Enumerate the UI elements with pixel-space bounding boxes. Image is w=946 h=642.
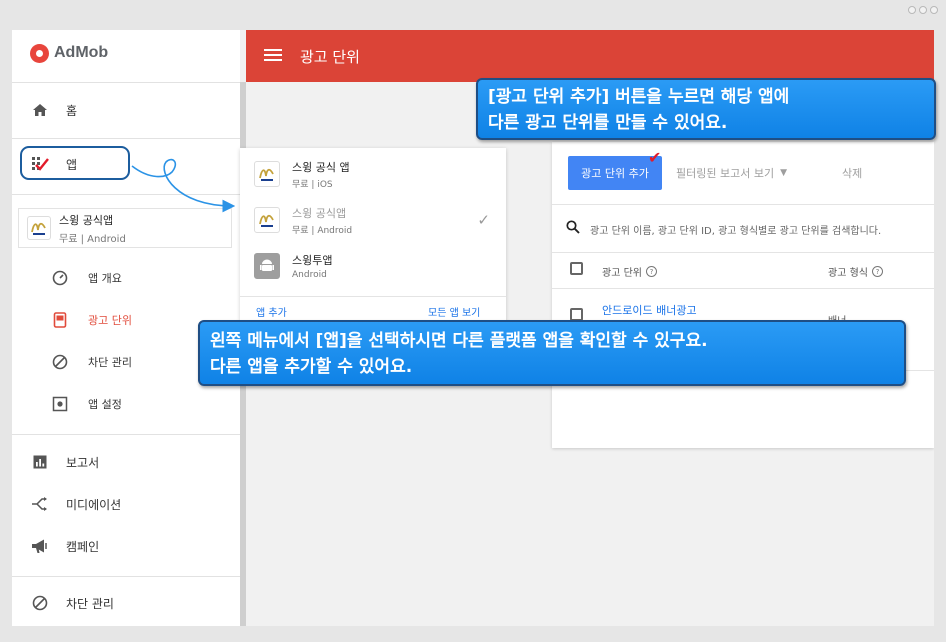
dropdown-app-name: 스윙 공식 앱 — [292, 160, 350, 174]
sidebar-item-campaigns[interactable]: 캠페인 — [12, 528, 240, 564]
dropdown-app-platform: 무료 | iOS — [292, 179, 333, 190]
column-header-ad-unit[interactable]: 광고 단위 ? — [602, 264, 657, 279]
add-app-link[interactable]: 앱 추가 — [256, 304, 287, 319]
admob-logo-icon — [30, 43, 49, 63]
menu-icon[interactable] — [264, 46, 284, 67]
sidebar-item-label: 미디에이션 — [66, 497, 122, 512]
block-icon — [30, 593, 50, 613]
divider — [552, 204, 934, 205]
top-bar: 광고 단위 — [246, 30, 934, 82]
sidebar-item-label: 보고서 — [66, 455, 100, 470]
sidebar-item-home[interactable]: 홈 — [12, 92, 240, 128]
dropdown-app-item[interactable]: 스윙 공식 앱 무료 | iOS — [254, 154, 494, 194]
sidebar-item-mediation[interactable]: 미디에이션 — [12, 486, 240, 522]
ad-unit-icon — [50, 310, 70, 330]
page-title: 광고 단위 — [300, 47, 360, 66]
sidebar-item-app-overview[interactable]: 앱 개요 — [12, 261, 240, 295]
dropdown-app-item-selected[interactable]: 스윙 공식앱 무료 | Android ✓ — [254, 200, 494, 240]
sidebar-item-label: 차단 관리 — [66, 596, 114, 611]
help-icon[interactable]: ? — [871, 266, 883, 277]
swing-app-logo — [254, 207, 280, 233]
sidebar-item-label: 광고 단위 — [88, 314, 132, 327]
dropdown-app-platform: 무료 | Android — [292, 225, 353, 236]
search-icon — [566, 220, 580, 238]
checkmark-annotation-icon: ✔ — [648, 148, 662, 167]
current-app-selector[interactable]: 스윙 공식앱 무료 | Android — [18, 208, 232, 248]
app-switcher-dropdown: 스윙 공식 앱 무료 | iOS 스윙 공식앱 무료 | Android ✓ 스… — [240, 148, 506, 324]
divider — [12, 82, 240, 83]
callout-text-line: 다른 광고 단위를 만들 수 있어요. — [488, 113, 728, 133]
maximize-icon[interactable] — [919, 6, 927, 14]
help-icon[interactable]: ? — [645, 266, 657, 277]
logo-text: AdMob — [54, 44, 109, 61]
apps-highlight-annotation — [20, 146, 130, 180]
dropdown-app-item[interactable]: 스윙투앱 Android — [254, 246, 494, 286]
current-app-platform: 무료 | Android — [59, 233, 126, 245]
callout-app-menu: 왼쪽 메뉴에서 [앱]을 선택하시면 다른 플랫폼 앱을 확인할 수 있구요. … — [198, 320, 906, 386]
divider — [240, 296, 506, 297]
callout-text-line: 다른 앱을 추가할 수 있어요. — [210, 357, 413, 377]
column-label: 광고 단위 — [602, 268, 642, 279]
minimize-icon[interactable] — [908, 6, 916, 14]
divider — [552, 252, 934, 253]
search-placeholder: 광고 단위 이름, 광고 단위 ID, 광고 형식별로 광고 단위를 검색합니다… — [590, 225, 882, 237]
callout-text-line: [광고 단위 추가] 버튼을 누르면 해당 앱에 — [488, 87, 790, 107]
block-icon — [50, 352, 70, 372]
dropdown-app-platform: Android — [292, 270, 327, 280]
swing-app-logo — [27, 216, 51, 240]
sidebar-item-label: 앱 개요 — [88, 272, 122, 285]
sidebar-item-reports[interactable]: 보고서 — [12, 444, 240, 480]
dropdown-arrow-icon: ▼ — [780, 168, 787, 178]
divider — [552, 288, 934, 289]
callout-text-line: 왼쪽 메뉴에서 [앱]을 선택하시면 다른 플랫폼 앱을 확인할 수 있구요. — [210, 331, 708, 351]
divider — [12, 138, 240, 139]
sidebar-item-block-management[interactable]: 차단 관리 — [12, 585, 240, 621]
column-label: 광고 형식 — [828, 268, 868, 279]
search-bar[interactable]: 광고 단위 이름, 광고 단위 ID, 광고 형식별로 광고 단위를 검색합니다… — [566, 218, 934, 240]
sidebar-item-label: 차단 관리 — [88, 356, 132, 369]
select-all-checkbox[interactable] — [570, 262, 583, 275]
swing-app-logo — [254, 161, 280, 187]
sidebar-item-label: 앱 설정 — [88, 398, 122, 411]
sidebar-item-label: 홈 — [66, 103, 78, 118]
mediation-icon — [30, 494, 50, 514]
home-icon — [30, 100, 50, 120]
sidebar-item-app-settings[interactable]: 앱 설정 — [12, 387, 240, 421]
divider — [12, 576, 240, 577]
sidebar-item-label: 캠페인 — [66, 539, 100, 554]
divider — [12, 194, 240, 195]
check-icon: ✓ — [477, 211, 490, 229]
current-app-name: 스윙 공식앱 — [59, 213, 114, 227]
gauge-icon — [50, 268, 70, 288]
view-all-apps-link[interactable]: 모든 앱 보기 — [428, 304, 480, 319]
admob-logo[interactable]: AdMob — [30, 42, 108, 64]
window-frame: AdMob 홈 앱 스윙 공식앱 무료 | Android 앱 개요 광고 단위… — [0, 0, 946, 642]
android-icon — [254, 253, 280, 279]
megaphone-icon — [30, 536, 50, 556]
callout-add-ad-unit: [광고 단위 추가] 버튼을 누르면 해당 앱에 다른 광고 단위를 만들 수 … — [476, 78, 936, 140]
filtered-report-button[interactable]: 필터링된 보고서 보기 ▼ — [676, 156, 787, 190]
bar-chart-icon — [30, 452, 50, 472]
settings-icon — [50, 394, 70, 414]
divider — [12, 434, 240, 435]
dropdown-app-name: 스윙투앱 — [292, 254, 333, 267]
ad-units-card: 광고 단위 추가 ✔ 필터링된 보고서 보기 ▼ 삭제 광고 단위 이름, 광고… — [552, 142, 934, 448]
delete-button[interactable]: 삭제 — [842, 156, 862, 190]
close-icon[interactable] — [930, 6, 938, 14]
filtered-report-label: 필터링된 보고서 보기 — [676, 167, 775, 180]
ad-unit-name-link[interactable]: 안드로이드 배너광고 — [602, 302, 697, 318]
column-header-format[interactable]: 광고 형식 ? — [828, 264, 883, 279]
window-controls — [908, 6, 938, 14]
dropdown-app-name: 스윙 공식앱 — [292, 206, 347, 220]
